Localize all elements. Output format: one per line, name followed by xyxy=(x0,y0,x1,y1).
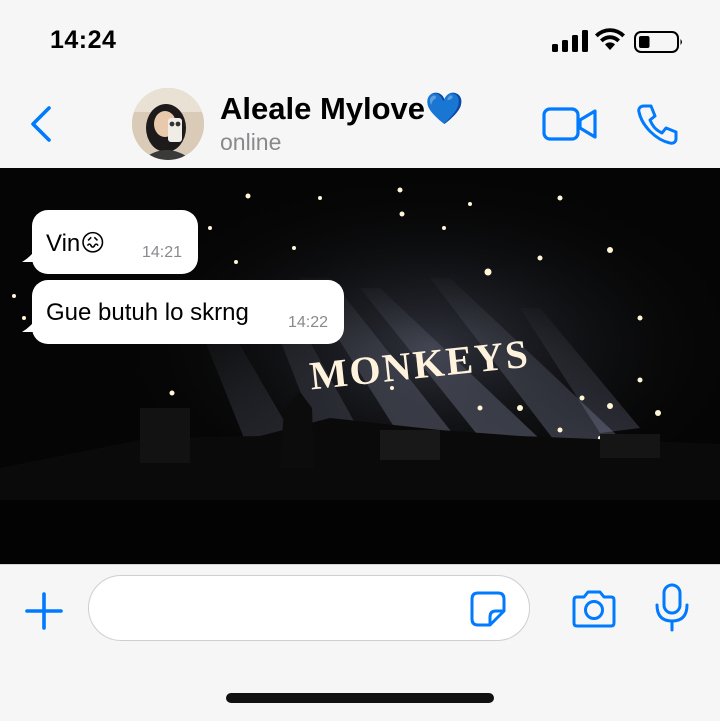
status-bar: 14:24 xyxy=(0,0,720,78)
message-composer xyxy=(0,564,720,721)
contact-status: online xyxy=(220,129,282,155)
cellular-signal-icon xyxy=(552,30,588,52)
sticker-icon[interactable] xyxy=(468,589,508,629)
chat-header: Aleale Mylove💙 online xyxy=(0,78,720,169)
message-bubble[interactable]: Gue butuh lo skrng 14:22 xyxy=(22,280,344,344)
video-camera-icon[interactable] xyxy=(542,106,598,142)
chevron-left-icon[interactable] xyxy=(28,104,54,144)
message-text: Vin😖 xyxy=(46,230,106,257)
bubble-tail xyxy=(22,316,38,332)
camera-icon[interactable] xyxy=(570,589,618,629)
message-time: 14:22 xyxy=(287,314,328,331)
avatar-image xyxy=(132,88,204,160)
wifi-icon xyxy=(595,28,625,50)
message-text: Gue butuh lo skrng xyxy=(46,299,249,326)
microphone-icon[interactable] xyxy=(654,583,690,633)
bubble-tail xyxy=(22,246,38,262)
avatar[interactable] xyxy=(132,88,204,160)
message-input[interactable] xyxy=(88,575,530,641)
battery-icon xyxy=(634,31,682,53)
phone-icon[interactable] xyxy=(636,102,680,146)
message-time: 14:21 xyxy=(141,244,182,261)
plus-icon[interactable] xyxy=(24,591,64,631)
contact-name[interactable]: Aleale Mylove💙 xyxy=(220,90,464,127)
message-bubble[interactable]: Vin😖 14:21 xyxy=(22,210,198,274)
chat-area[interactable]: MONKEYS Vin😖 14:21 Gue butuh lo skrng 14… xyxy=(0,168,720,564)
home-indicator[interactable] xyxy=(226,693,494,703)
status-time: 14:24 xyxy=(50,26,117,54)
